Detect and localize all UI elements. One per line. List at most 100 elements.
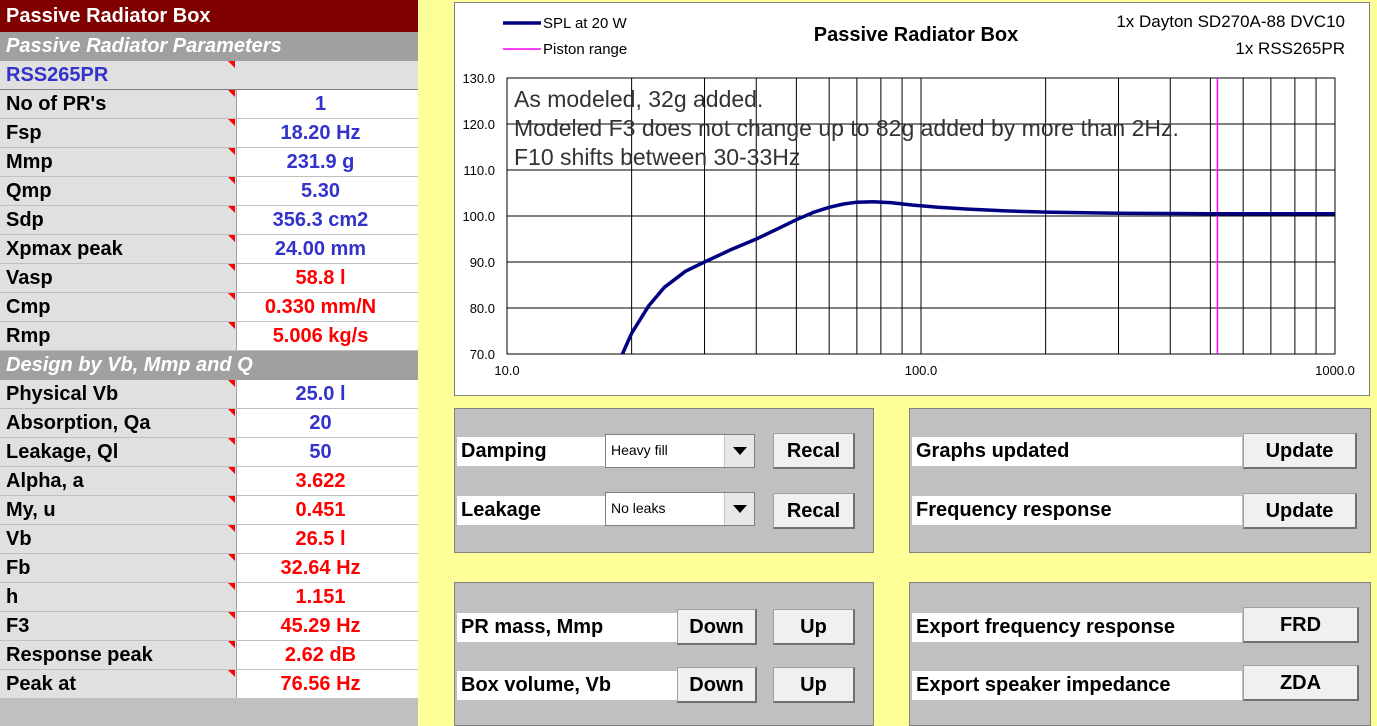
row-value: 58.8 l (236, 264, 418, 292)
row-value[interactable]: 5.30 (236, 177, 418, 205)
comment-marker[interactable] (228, 206, 235, 213)
row-value[interactable]: 50 (236, 438, 418, 466)
row-label: Sdp (0, 206, 236, 234)
row-value: 32.64 Hz (236, 554, 418, 582)
frequency-response-update-button[interactable]: Update (1243, 493, 1357, 529)
leakage-selected-value: No leaks (611, 500, 666, 516)
table-row: Rmp 5.006 kg/s (0, 322, 418, 350)
table-row: Vasp 58.8 l (0, 264, 418, 292)
row-label: Physical Vb (0, 380, 236, 408)
comment-marker[interactable] (228, 525, 235, 532)
comment-marker[interactable] (228, 467, 235, 474)
leakage-select[interactable]: No leaks (605, 492, 755, 526)
comment-marker[interactable] (228, 264, 235, 271)
table-row: Alpha, a 3.622 (0, 467, 418, 495)
y-tick-label: 70.0 (470, 347, 495, 362)
table-row: Peak at 76.56 Hz (0, 670, 418, 698)
damping-recal-button[interactable]: Recal (773, 433, 855, 469)
comment-marker[interactable] (228, 380, 235, 387)
row-value[interactable]: 18.20 Hz (236, 119, 418, 147)
row-label: Cmp (0, 293, 236, 321)
table-row: Response peak 2.62 dB (0, 641, 418, 669)
comment-marker[interactable] (228, 670, 235, 677)
row-value[interactable]: 24.00 mm (236, 235, 418, 263)
chart-svg: 130.0 120.0 110.0 100.0 90.0 80.0 70.010.0 100.… (462, 12, 1355, 378)
box-volume-up-button[interactable]: Up (773, 667, 855, 703)
graphs-update-button[interactable]: Update (1243, 433, 1357, 469)
comment-marker[interactable] (228, 293, 235, 300)
y-tick-label: 100.0 (462, 209, 495, 224)
comment-marker[interactable] (228, 119, 235, 126)
export-zda-button[interactable]: ZDA (1243, 665, 1359, 701)
pr-model-name[interactable]: RSS265PR (0, 61, 418, 90)
y-tick-label: 90.0 (470, 255, 495, 270)
row-label: Alpha, a (0, 467, 236, 495)
comment-marker[interactable] (228, 148, 235, 155)
adjust-panel: PR mass, Mmp Down Up Box volume, Vb Down… (454, 582, 874, 726)
comment-marker[interactable] (228, 438, 235, 445)
box-volume-down-button[interactable]: Down (677, 667, 757, 703)
damping-label: Damping (457, 437, 605, 466)
comment-marker[interactable] (228, 322, 235, 329)
row-label: Vasp (0, 264, 236, 292)
frequency-response-label: Frequency response (912, 496, 1242, 525)
row-value: 0.451 (236, 496, 418, 524)
legend-spl-label: SPL at 20 W (543, 15, 627, 32)
row-label: h (0, 583, 236, 611)
comment-marker[interactable] (228, 583, 235, 590)
comment-marker[interactable] (228, 235, 235, 242)
section-design: Design by Vb, Mmp and Q (0, 351, 418, 380)
update-panel: Graphs updated Update Frequency response… (909, 408, 1371, 553)
row-value: 5.006 kg/s (236, 322, 418, 350)
x-tick-label: 1000.0 (1315, 363, 1355, 378)
row-value[interactable]: 25.0 l (236, 380, 418, 408)
row-label: Absorption, Qa (0, 409, 236, 437)
y-tick-label: 80.0 (470, 301, 495, 316)
pr-mass-label: PR mass, Mmp (457, 613, 677, 642)
damping-select[interactable]: Heavy fill (605, 434, 755, 468)
chevron-down-icon[interactable] (724, 435, 754, 467)
pr-mass-up-button[interactable]: Up (773, 609, 855, 645)
row-value: 0.330 mm/N (236, 293, 418, 321)
comment-marker[interactable] (228, 61, 235, 68)
row-value: 45.29 Hz (236, 612, 418, 640)
row-label: Xpmax peak (0, 235, 236, 263)
table-row: h 1.151 (0, 583, 418, 611)
damping-selected-value: Heavy fill (611, 442, 668, 458)
table-row: Physical Vb 25.0 l (0, 380, 418, 408)
chart-annotation: F10 shifts between 30-33Hz (514, 144, 800, 170)
export-frd-button[interactable]: FRD (1243, 607, 1359, 643)
sheet-title: Passive Radiator Box (0, 0, 418, 32)
export-impedance-label: Export speaker impedance (912, 671, 1242, 700)
comment-marker[interactable] (228, 641, 235, 648)
comment-marker[interactable] (228, 177, 235, 184)
comment-marker[interactable] (228, 90, 235, 97)
comment-marker[interactable] (228, 409, 235, 416)
pr-mass-down-button[interactable]: Down (677, 609, 757, 645)
row-value[interactable]: 20 (236, 409, 418, 437)
row-label: Mmp (0, 148, 236, 176)
comment-marker[interactable] (228, 612, 235, 619)
comment-marker[interactable] (228, 554, 235, 561)
x-tick-label: 100.0 (905, 363, 938, 378)
row-label: Qmp (0, 177, 236, 205)
chevron-down-icon[interactable] (724, 493, 754, 525)
chart-driver-info: 1x Dayton SD270A-88 DVC10 (1116, 12, 1345, 31)
leakage-recal-button[interactable]: Recal (773, 493, 855, 529)
row-value[interactable]: 1 (236, 90, 418, 118)
row-value: 26.5 l (236, 525, 418, 553)
x-tick-label: 10.0 (494, 363, 519, 378)
box-volume-label: Box volume, Vb (457, 671, 677, 700)
row-value[interactable]: 356.3 cm2 (236, 206, 418, 234)
frequency-response-chart: 130.0 120.0 110.0 100.0 90.0 80.0 70.0 10.0 100.… (454, 2, 1370, 396)
row-value[interactable]: 231.9 g (236, 148, 418, 176)
section-pr-parameters: Passive Radiator Parameters (0, 32, 418, 61)
table-row: Cmp 0.330 mm/N (0, 293, 418, 321)
damping-panel: Damping Heavy fill Recal Leakage No leak… (454, 408, 874, 553)
table-row: Leakage, Ql 50 (0, 438, 418, 466)
row-label: Leakage, Ql (0, 438, 236, 466)
table-row: F3 45.29 Hz (0, 612, 418, 640)
y-tick-label: 130.0 (462, 71, 495, 86)
comment-marker[interactable] (228, 496, 235, 503)
leakage-label: Leakage (457, 496, 605, 525)
